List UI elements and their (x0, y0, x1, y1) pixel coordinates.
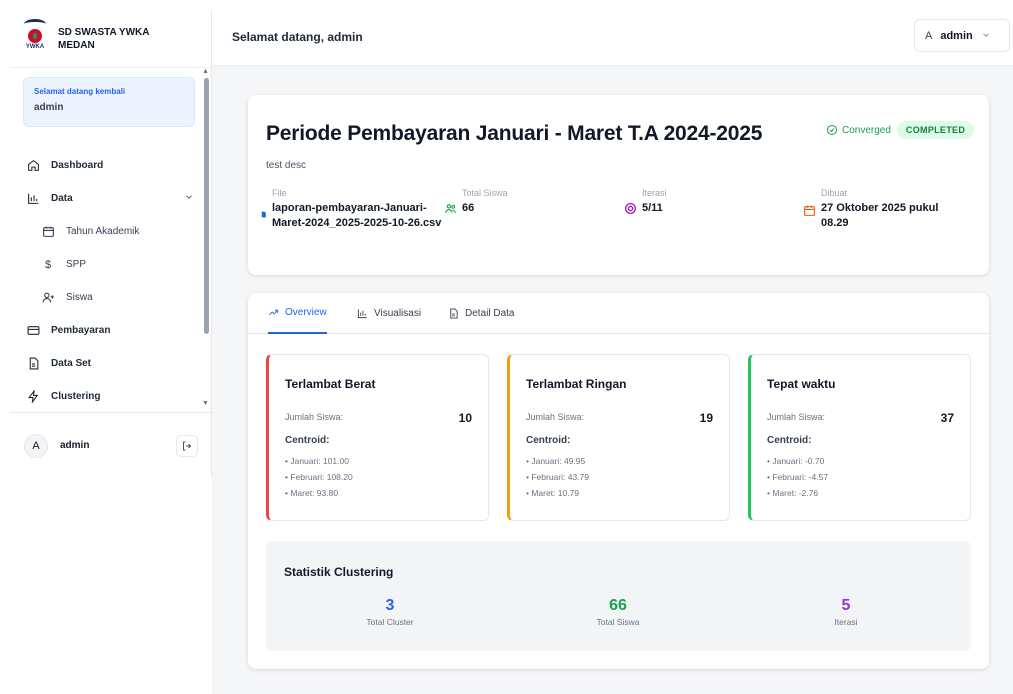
logout-icon (183, 441, 192, 450)
sidebar-item-tahun-akademik[interactable]: Tahun Akademik (10, 215, 212, 248)
chevron-down-icon (981, 27, 991, 45)
sidebar-nav: Dashboard Data Tahun Akademik $ SPP Sisw… (10, 149, 212, 410)
meta-total-siswa: Total Siswa 66 (444, 188, 508, 220)
stat-iterasi: 5 Iterasi (834, 597, 858, 627)
home-icon (26, 159, 40, 173)
stat-total-siswa: 66 Total Siswa (596, 597, 640, 627)
meta-file: File laporan-pembayaran-Januari-Maret-20… (260, 188, 450, 231)
scroll-down-arrow-icon[interactable]: ▼ (202, 400, 209, 407)
sidebar-item-clustering[interactable]: Clustering (10, 380, 212, 410)
sidebar-footer: A admin (10, 412, 212, 478)
period-description: test desc (266, 160, 307, 171)
status-group: Converged COMPLETED (826, 121, 975, 139)
trending-up-icon (269, 309, 279, 316)
meta-iterasi: Iterasi 5/11 (624, 188, 667, 220)
welcome-box: Selamat datang kembali admin (23, 77, 195, 127)
tab-bar: Overview Visualisasi Detail Data (248, 293, 989, 334)
cluster-card-tepat-waktu: Tepat waktu Jumlah Siswa: 37 Centroid: •… (748, 354, 971, 521)
chevron-down-icon (184, 192, 194, 205)
logo-text: YWKA (25, 43, 45, 50)
bar-chart-icon (357, 309, 367, 319)
user-plus-icon (41, 291, 55, 305)
cluster-card-terlambat-ringan: Terlambat Ringan Jumlah Siswa: 19 Centro… (507, 354, 730, 521)
stat-total-cluster: 3 Total Cluster (366, 597, 414, 627)
status-badge: COMPLETED (896, 121, 975, 139)
clustering-statistics: Statistik Clustering 3 Total Cluster 66 … (266, 541, 971, 651)
user-menu-button[interactable]: A admin (914, 19, 1010, 52)
sidebar-item-data-set[interactable]: Data Set (10, 347, 212, 380)
user-name: admin (940, 29, 973, 42)
brand[interactable]: YWKA SD SWASTA YWKA MEDAN (10, 10, 211, 68)
meta-dibuat: Dibuat 27 Oktober 2025 pukul 08.29 (803, 188, 961, 231)
period-title: Periode Pembayaran Januari - Maret T.A 2… (266, 122, 763, 145)
logout-button[interactable] (176, 434, 198, 457)
target-icon (624, 202, 637, 220)
lightning-icon (26, 390, 40, 404)
calendar-icon (803, 204, 816, 231)
created-date: 27 Oktober 2025 pukul 08.29 (821, 202, 939, 229)
users-icon (444, 202, 457, 220)
centroid-list: • Januari: 49.95 • Februari: 43.79 • Mar… (526, 456, 589, 498)
school-logo: YWKA (22, 18, 48, 59)
sidebar: YWKA SD SWASTA YWKA MEDAN Selamat datang… (10, 10, 212, 478)
calendar-icon (41, 225, 55, 239)
sidebar-item-pembayaran[interactable]: Pembayaran (10, 314, 212, 347)
page-title: Selamat datang, admin (232, 30, 363, 44)
period-summary-card: Periode Pembayaran Januari - Maret T.A 2… (248, 95, 989, 275)
user-avatar: A (925, 29, 933, 42)
bar-chart-icon (26, 192, 40, 206)
file-text-icon (26, 357, 40, 371)
tab-overview[interactable]: Overview (268, 293, 327, 334)
centroid-list: • Januari: -0.70 • Februari: -4.57 • Mar… (767, 456, 829, 498)
file-text-icon (450, 308, 458, 319)
sidebar-item-siswa[interactable]: Siswa (10, 281, 212, 314)
cluster-count: 19 (699, 411, 713, 425)
avatar: A (24, 433, 48, 458)
stats-title: Statistik Clustering (284, 565, 394, 579)
cluster-count: 37 (940, 411, 954, 425)
tab-detail-data[interactable]: Detail Data (448, 293, 514, 334)
footer-username: admin (60, 440, 90, 451)
welcome-label: Selamat datang kembali (34, 87, 126, 96)
credit-card-icon (26, 324, 40, 338)
dollar-icon: $ (44, 258, 52, 271)
total-siswa-value: 66 (462, 202, 475, 214)
converged-status: Converged (826, 124, 891, 136)
results-card: Overview Visualisasi Detail Data Terlamb… (248, 293, 989, 669)
scroll-up-arrow-icon[interactable]: ▲ (202, 68, 209, 75)
cluster-count: 10 (458, 411, 472, 425)
sidebar-item-spp[interactable]: $ SPP (10, 248, 212, 281)
top-header: Selamat datang, admin A admin (212, 10, 1013, 66)
cluster-card-terlambat-berat: Terlambat Berat Jumlah Siswa: 10 Centroi… (266, 354, 489, 521)
tab-visualisasi[interactable]: Visualisasi (357, 293, 421, 334)
brand-name: SD SWASTA YWKA MEDAN (58, 26, 150, 51)
sidebar-item-data[interactable]: Data (10, 182, 212, 215)
iterasi-value: 5/11 (642, 202, 663, 214)
file-icon (260, 206, 267, 231)
welcome-user: admin (34, 102, 64, 113)
file-name: laporan-pembayaran-Januari-Maret-2024_20… (272, 202, 442, 229)
check-circle-icon (827, 125, 837, 135)
centroid-list: • Januari: 101.00 • Februari: 108.20 • M… (285, 456, 353, 498)
sidebar-scrollbar[interactable] (204, 78, 209, 334)
sidebar-scroll-area: Selamat datang kembali admin Dashboard D… (10, 68, 212, 410)
sidebar-item-dashboard[interactable]: Dashboard (10, 149, 212, 182)
